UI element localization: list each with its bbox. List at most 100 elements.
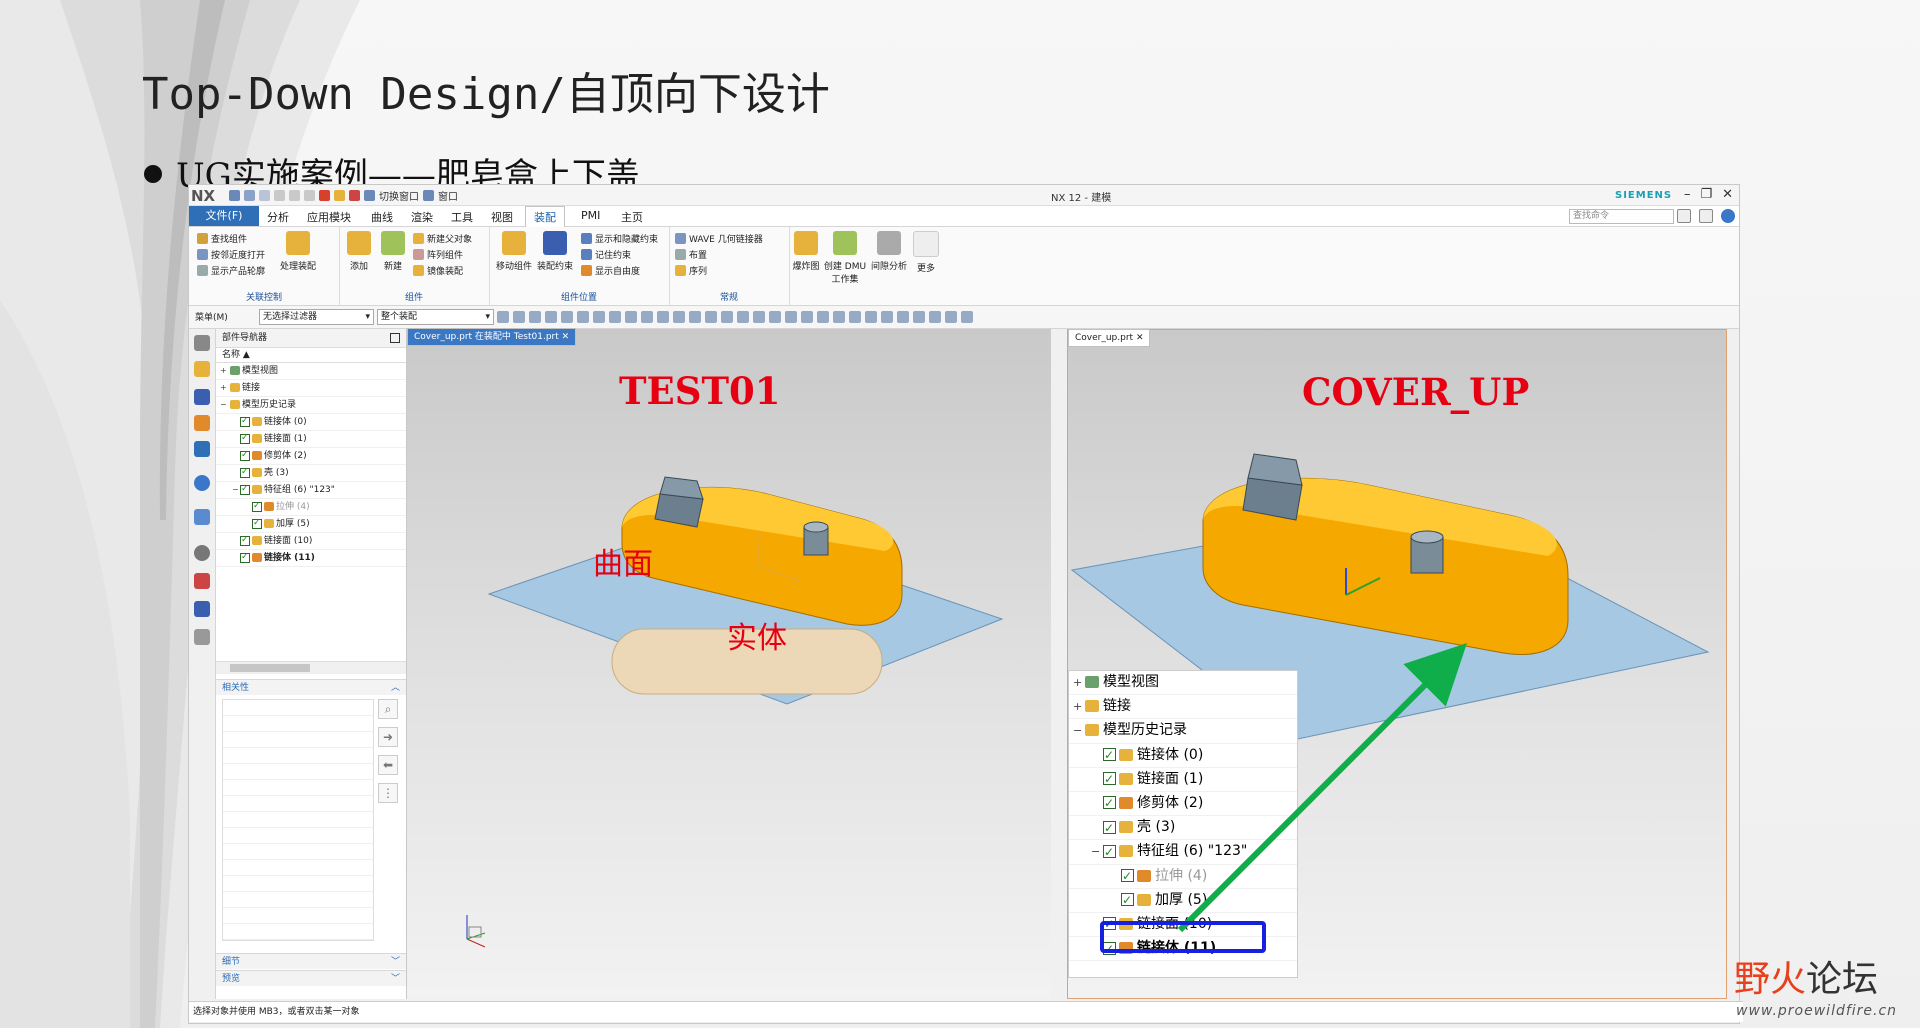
expand-toggle-icon[interactable]: − bbox=[220, 397, 228, 413]
selection-scope-dropdown[interactable]: 整个装配 bbox=[377, 309, 494, 325]
point-icon[interactable] bbox=[625, 311, 637, 323]
hd3d-tools-icon[interactable] bbox=[194, 475, 210, 491]
enlarged-tree-node[interactable]: + 模型视图 bbox=[1069, 671, 1297, 696]
tab-render[interactable]: 渲染 bbox=[411, 209, 433, 225]
system-scenes-icon[interactable] bbox=[194, 629, 210, 645]
name-column-header[interactable]: 名称 ▲ bbox=[216, 348, 406, 363]
visibility-checkbox[interactable] bbox=[240, 413, 250, 429]
enlarged-tree-node[interactable]: 链接体 (0) bbox=[1069, 744, 1297, 768]
show-hide-constraint-button[interactable]: 显示和隐藏约束 bbox=[581, 232, 658, 245]
minimize-icon[interactable]: – bbox=[1684, 187, 1691, 202]
center-icon[interactable] bbox=[641, 311, 653, 323]
arc-center-icon[interactable] bbox=[721, 311, 733, 323]
tab-analysis[interactable]: 分析 bbox=[267, 209, 289, 225]
navigator-node[interactable]: 拉伸 (4) bbox=[216, 498, 406, 516]
wcs-icon[interactable] bbox=[897, 311, 909, 323]
touch-mode-icon[interactable] bbox=[349, 189, 360, 201]
section-icon[interactable] bbox=[881, 311, 893, 323]
tab-home[interactable]: 主页 bbox=[621, 209, 643, 225]
close-icon[interactable]: ✕ bbox=[1722, 187, 1733, 202]
layer-icon[interactable] bbox=[929, 311, 941, 323]
orient-view-icon[interactable] bbox=[865, 311, 877, 323]
show-dof-button[interactable]: 显示自由度 bbox=[581, 264, 640, 277]
view-fit-icon[interactable] bbox=[785, 311, 797, 323]
show-product-outline-button[interactable]: 显示产品轮廓 bbox=[197, 264, 265, 277]
arrow-right-icon[interactable]: ➜ bbox=[378, 727, 398, 747]
roles-icon[interactable] bbox=[194, 601, 210, 617]
new-parent-button[interactable]: 新建父对象 bbox=[413, 232, 472, 245]
redo-icon[interactable] bbox=[259, 189, 270, 201]
enlarged-tree-node[interactable]: − 模型历史记录 bbox=[1069, 719, 1297, 744]
open-by-proximity-button[interactable]: 按邻近度打开 bbox=[197, 248, 265, 261]
visibility-checkbox[interactable] bbox=[1103, 792, 1116, 815]
book-icon[interactable] bbox=[961, 311, 973, 323]
tab-applications[interactable]: 应用模块 bbox=[307, 209, 351, 225]
navigator-node[interactable]: 链接体 (0) bbox=[216, 413, 406, 431]
expand-toggle-icon[interactable]: + bbox=[220, 380, 228, 396]
visibility-checkbox[interactable] bbox=[240, 481, 250, 497]
expand-toggle-icon[interactable]: + bbox=[220, 363, 228, 379]
enlarged-tree-node[interactable]: 壳 (3) bbox=[1069, 816, 1297, 841]
add-component-button[interactable]: 添加 bbox=[343, 231, 375, 272]
box-select-icon[interactable] bbox=[545, 311, 557, 323]
quadrant-icon[interactable] bbox=[705, 311, 717, 323]
visibility-checkbox[interactable] bbox=[1103, 841, 1116, 864]
navigator-node[interactable]: 加厚 (5) bbox=[216, 515, 406, 533]
tab-view[interactable]: 视图 bbox=[491, 209, 513, 225]
move-component-button[interactable]: 移动组件 bbox=[493, 231, 535, 272]
clearance-analysis-button[interactable]: 间隙分析 bbox=[869, 231, 909, 272]
assembly-icon[interactable] bbox=[319, 189, 330, 201]
main-menu-button[interactable]: 菜单(M) bbox=[195, 310, 228, 323]
measure-icon[interactable] bbox=[913, 311, 925, 323]
body-icon[interactable] bbox=[561, 311, 573, 323]
mirror-assembly-button[interactable]: 镜像装配 bbox=[413, 264, 463, 277]
details-section[interactable]: 细节 ﹀ bbox=[216, 953, 406, 969]
enlarged-tree-node[interactable]: + 链接 bbox=[1069, 695, 1297, 720]
settings-gear-icon[interactable] bbox=[194, 335, 210, 351]
enlarged-tree-node[interactable]: 修剪体 (2) bbox=[1069, 792, 1297, 817]
intersection-icon[interactable] bbox=[689, 311, 701, 323]
save-icon[interactable] bbox=[229, 189, 240, 201]
visibility-checkbox[interactable] bbox=[240, 549, 250, 565]
copy-icon[interactable] bbox=[289, 189, 300, 201]
tab-curve[interactable]: 曲线 bbox=[371, 209, 393, 225]
enlarged-tree-node[interactable]: 加厚 (5) bbox=[1069, 889, 1297, 913]
expand-toggle-icon[interactable]: − bbox=[1073, 719, 1085, 742]
reuse-library-icon[interactable] bbox=[194, 441, 210, 457]
enlarged-tree-node[interactable]: 链接面 (1) bbox=[1069, 768, 1297, 792]
color-icon[interactable] bbox=[945, 311, 957, 323]
navigator-node[interactable]: 链接面 (10) bbox=[216, 532, 406, 550]
process-assembly-button[interactable]: 处理装配 bbox=[275, 231, 321, 272]
sequence-button[interactable]: 序列 bbox=[675, 264, 707, 277]
window-icon[interactable] bbox=[423, 189, 434, 201]
zoom-icon[interactable] bbox=[801, 311, 813, 323]
visibility-checkbox[interactable] bbox=[1103, 768, 1116, 791]
assembly-navigator-icon[interactable] bbox=[194, 361, 210, 377]
visibility-checkbox[interactable] bbox=[252, 515, 262, 531]
midpoint-icon[interactable] bbox=[673, 311, 685, 323]
tab-assembly[interactable]: 装配 bbox=[525, 206, 565, 227]
navigator-node[interactable]: 链接体 (11) bbox=[216, 549, 406, 567]
switch-window-label[interactable]: 切换窗口 bbox=[379, 188, 419, 203]
options-icon[interactable]: ⋮ bbox=[378, 783, 398, 803]
expand-toggle-icon[interactable]: − bbox=[232, 482, 240, 498]
undo-icon[interactable] bbox=[244, 189, 255, 201]
navigator-node[interactable]: − 特征组 (6) "123" bbox=[216, 481, 406, 499]
visibility-checkbox[interactable] bbox=[252, 498, 262, 514]
repeat-command-icon[interactable] bbox=[334, 189, 345, 201]
find-component-button[interactable]: 查找组件 bbox=[197, 232, 247, 245]
switch-window-icon[interactable] bbox=[364, 189, 375, 201]
viewport-test01[interactable]: Cover_up.prt 在装配中 Test01.prt ✕ TEST01 曲面… bbox=[407, 328, 1051, 999]
new-component-button[interactable]: 新建 bbox=[377, 231, 409, 272]
edge-icon[interactable] bbox=[593, 311, 605, 323]
snap-icon[interactable] bbox=[497, 311, 509, 323]
render-style-icon[interactable] bbox=[849, 311, 861, 323]
pan-icon[interactable] bbox=[833, 311, 845, 323]
expand-toggle-icon[interactable]: − bbox=[1091, 840, 1103, 863]
visibility-checkbox[interactable] bbox=[1121, 889, 1134, 912]
pattern-component-button[interactable]: 阵列组件 bbox=[413, 248, 463, 261]
tab-tools[interactable]: 工具 bbox=[451, 209, 473, 225]
visibility-checkbox[interactable] bbox=[240, 464, 250, 480]
enlarged-tree-node[interactable]: 拉伸 (4) bbox=[1069, 865, 1297, 889]
navigator-node[interactable]: + 模型视图 bbox=[216, 363, 406, 380]
